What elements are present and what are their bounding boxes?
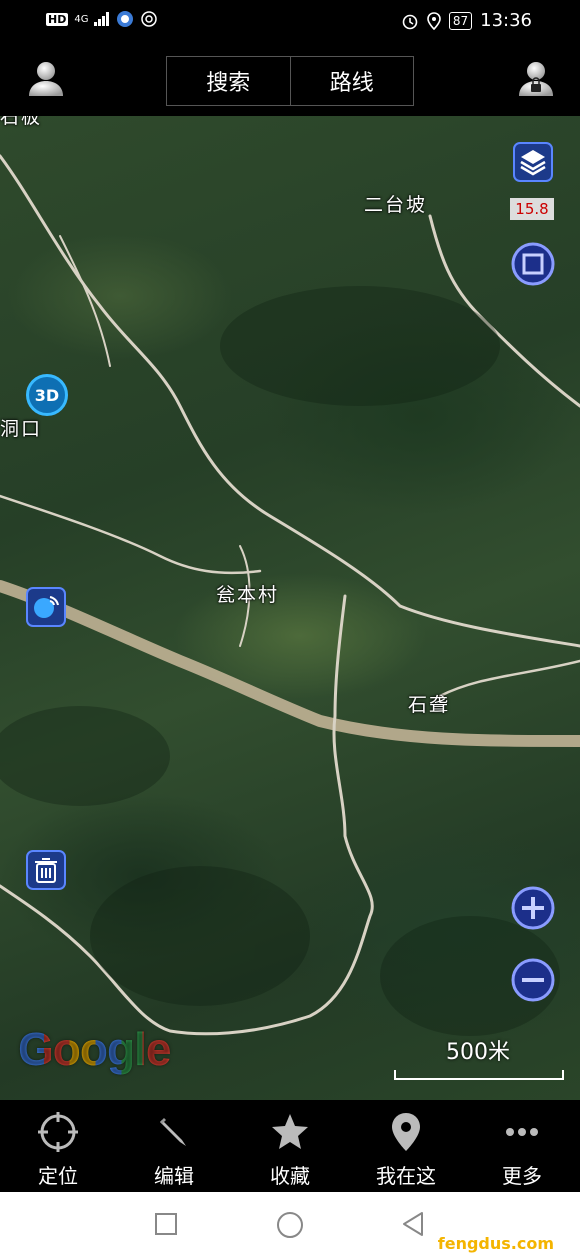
search-route-switch: 搜索 路线: [166, 56, 414, 106]
google-logo: Google: [18, 1022, 171, 1076]
pencil-icon: [160, 1118, 186, 1146]
trash-icon[interactable]: [26, 850, 66, 890]
hotspot-icon: [141, 11, 158, 27]
nav-im-here-label: 我在这: [376, 1164, 436, 1188]
status-bar: HD 4G 87 13:36: [0, 0, 580, 46]
home-icon[interactable]: [276, 1211, 304, 1239]
layers-icon[interactable]: [513, 142, 553, 182]
map-roads-layer: [0, 154, 580, 1036]
map-label-edge-left: 洞口: [0, 418, 43, 440]
road-north: [0, 154, 580, 648]
app-notification-icon: [117, 11, 134, 27]
user-avatar-icon[interactable]: [26, 58, 66, 98]
locked-user-icon[interactable]: [516, 58, 556, 98]
recent-apps-icon[interactable]: [154, 1212, 178, 1236]
location-status-icon: [427, 11, 441, 30]
road-west: [0, 494, 262, 575]
nav-favorites[interactable]: 收藏: [232, 1100, 348, 1192]
nav-more[interactable]: 更多: [464, 1100, 580, 1192]
back-icon[interactable]: [400, 1210, 426, 1238]
zoom-in-icon[interactable]: [511, 886, 555, 930]
google-logo-text: Google: [18, 1023, 171, 1075]
map-label-wengbencun: 瓮本村: [216, 584, 280, 606]
gps-locate-icon[interactable]: [26, 587, 66, 627]
nav-more-label: 更多: [502, 1164, 542, 1188]
map-label-edge-top: 石板: [0, 116, 43, 128]
alarm-icon: [402, 14, 418, 29]
battery-indicator: 87: [448, 11, 473, 30]
scale-label: 500米: [446, 1040, 510, 1065]
satellite-map[interactable]: 石板 二台坡 洞口 瓮本村 石聋 15.8 3D Google 500米: [0, 116, 580, 1100]
more-icon: [506, 1128, 538, 1136]
hd-indicator: HD: [46, 12, 69, 26]
road-east-village: [438, 659, 580, 698]
locate-icon: [38, 1112, 78, 1152]
network-gen: 4G: [74, 13, 89, 25]
clock: 13:36: [480, 10, 532, 31]
nav-favorites-label: 收藏: [270, 1164, 310, 1188]
scale-bar: [394, 1070, 564, 1080]
nav-edit-label: 编辑: [154, 1164, 194, 1188]
map-label-ertaipo: 二台坡: [364, 194, 428, 216]
zoom-level-badge: 15.8: [510, 198, 554, 220]
status-left: HD 4G: [46, 10, 158, 28]
pin-icon: [392, 1113, 420, 1151]
road-small-2: [59, 235, 111, 367]
nav-locate[interactable]: 定位: [0, 1100, 116, 1192]
nav-locate-label: 定位: [38, 1164, 78, 1188]
compass-square-icon[interactable]: [511, 242, 555, 286]
status-right: 87 13:36: [401, 10, 532, 31]
nav-edit[interactable]: 编辑: [116, 1100, 232, 1192]
top-bar: 搜索 路线: [0, 46, 580, 116]
search-button[interactable]: 搜索: [167, 57, 290, 105]
route-button[interactable]: 路线: [289, 57, 414, 105]
signal-icon: [94, 12, 110, 26]
zoom-out-icon[interactable]: [511, 958, 555, 1002]
watermark: fengdus.com: [437, 1234, 554, 1253]
star-icon: [272, 1114, 308, 1149]
nav-im-here[interactable]: 我在这: [348, 1100, 464, 1192]
3d-toggle-button[interactable]: 3D: [26, 374, 68, 416]
bottom-navigation: 定位 编辑 收藏 我在这 更多: [0, 1100, 580, 1192]
map-label-shipeng: 石聋: [408, 694, 451, 716]
